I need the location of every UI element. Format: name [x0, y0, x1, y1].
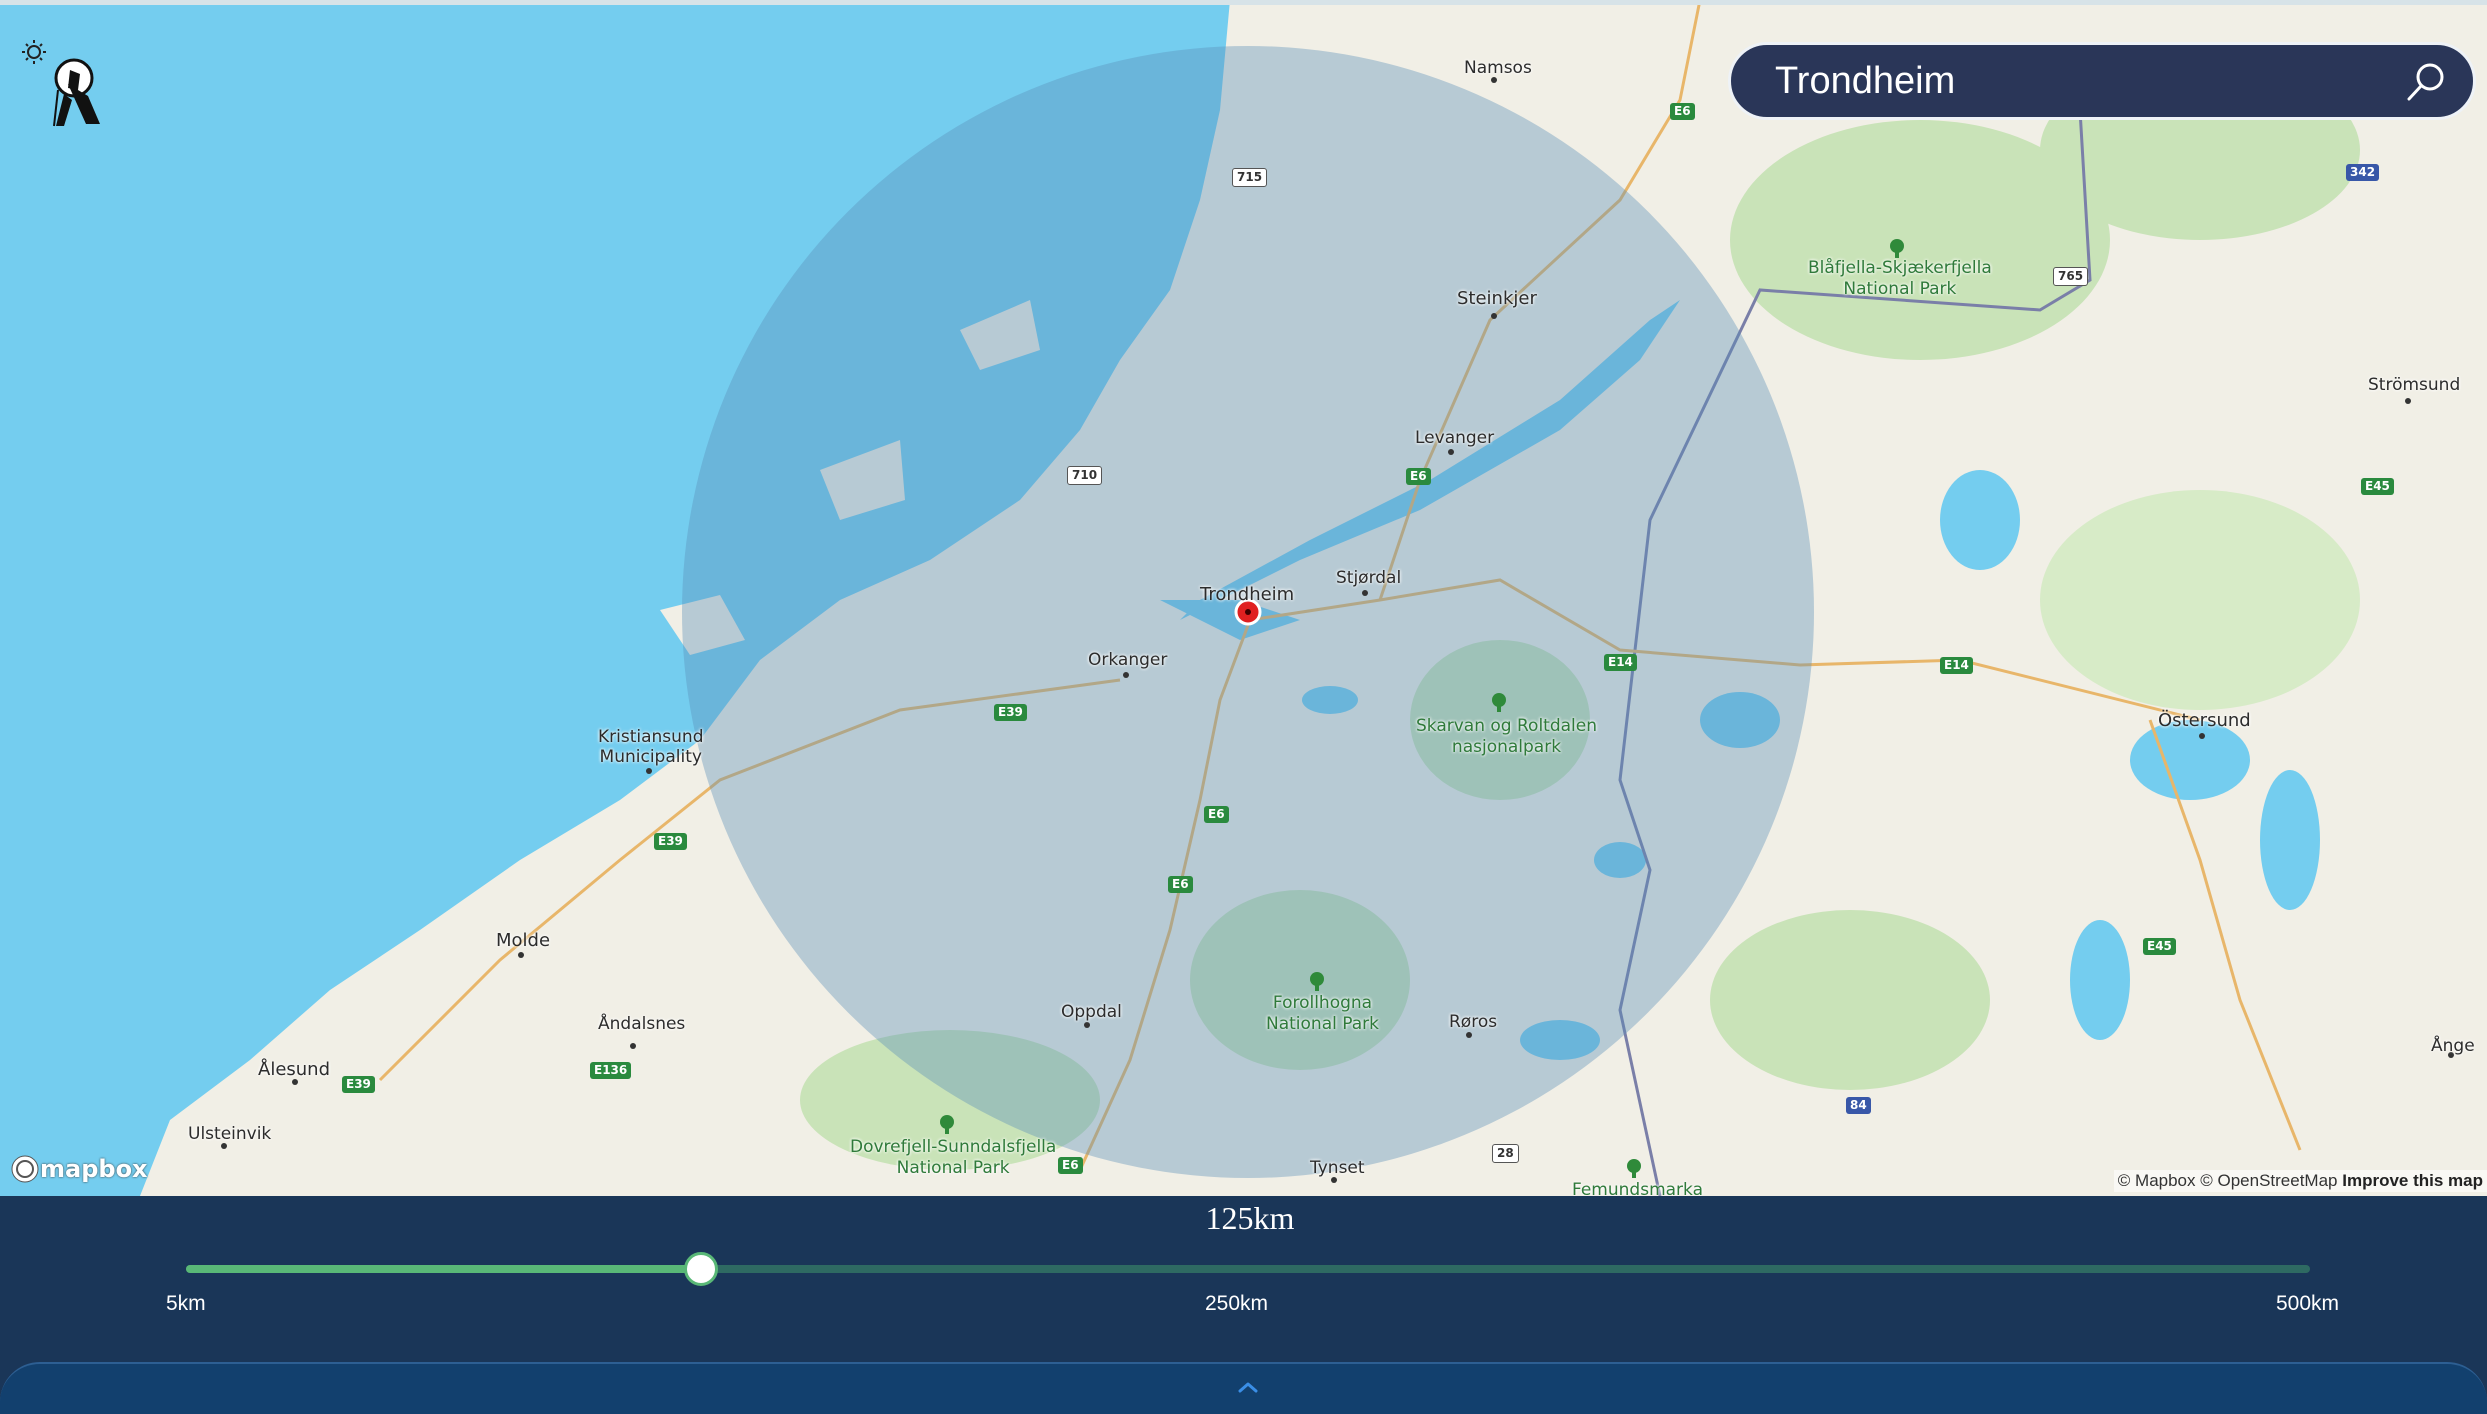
road-shield: E14	[1604, 654, 1637, 671]
place-label: Ålesund	[258, 1059, 331, 1080]
place-label: Orkanger	[1088, 650, 1168, 670]
slider-min-label: 5km	[166, 1292, 206, 1315]
place-label: Kristiansund Municipality	[598, 727, 704, 767]
radius-slider-thumb[interactable]	[683, 1252, 718, 1286]
road-shield: E45	[2143, 938, 2176, 955]
road-shield: E136	[590, 1062, 632, 1079]
slider-max-label: 500km	[2276, 1292, 2340, 1315]
search-icon[interactable]	[2403, 59, 2449, 105]
road-shield: E6	[1058, 1157, 1083, 1174]
map[interactable]: Namsos Steinkjer Levanger Stjørdal Trond…	[0, 0, 2487, 1196]
mapbox-logo-icon	[11, 1155, 39, 1183]
road-shield: 710	[1067, 466, 1103, 485]
road-shield: E6	[1168, 876, 1193, 893]
place-label: Ulsteinvik	[188, 1124, 272, 1144]
hiker-logo-icon[interactable]	[14, 34, 114, 134]
attribution-link[interactable]: © Mapbox © OpenStreetMap	[2118, 1171, 2338, 1190]
place-label: Røros	[1449, 1012, 1498, 1032]
road-shield: E39	[342, 1076, 375, 1093]
place-label: Stjørdal	[1336, 568, 1402, 588]
place-label: Molde	[496, 930, 551, 951]
place-label-center: Trondheim	[1200, 584, 1295, 605]
place-label: Östersund	[2158, 710, 2251, 731]
place-label: Steinkjer	[1457, 288, 1537, 309]
place-label: Namsos	[1464, 58, 1532, 78]
road-shield: 765	[2053, 267, 2089, 286]
park-label: Skarvan og Roltdalen nasjonalpark	[1416, 716, 1597, 757]
mapbox-logo-text: mapbox	[40, 1155, 148, 1183]
map-attribution: © Mapbox © OpenStreetMap Improve this ma…	[2113, 1170, 2487, 1192]
place-label: Oppdal	[1061, 1002, 1122, 1022]
road-shield: 84	[1846, 1097, 1871, 1114]
place-label: Ånge	[2431, 1036, 2475, 1056]
mapbox-logo[interactable]: mapbox	[10, 1154, 148, 1184]
road-shield: E6	[1406, 468, 1431, 485]
chevron-up-icon[interactable]	[1234, 1378, 1262, 1396]
road-shield: 715	[1232, 168, 1268, 187]
park-label: Forollhogna National Park	[1266, 993, 1379, 1034]
radius-value-label: 125km	[1205, 1200, 1295, 1236]
slider-mid-label: 250km	[1205, 1292, 1269, 1315]
road-shield: E14	[1940, 657, 1973, 674]
search-bar	[1728, 42, 2476, 120]
app: Namsos Steinkjer Levanger Stjørdal Trond…	[0, 0, 2487, 1414]
park-label: Dovrefjell-Sunndalsfjella National Park	[850, 1137, 1057, 1178]
park-label: Femundsmarka	[1572, 1180, 1703, 1196]
place-label: Åndalsnes	[598, 1014, 686, 1034]
search-input[interactable]	[1773, 58, 2377, 104]
improve-map-link[interactable]: Improve this map	[2342, 1171, 2483, 1190]
road-shield: E6	[1204, 806, 1229, 823]
radius-slider-fill	[186, 1265, 701, 1273]
road-shield: E6	[1670, 103, 1695, 120]
road-shield: E45	[2361, 478, 2394, 495]
radius-slider-track[interactable]	[186, 1265, 2310, 1273]
park-label: Blåfjella-Skjækerfjella National Park	[1808, 258, 1992, 299]
road-shield: 342	[2346, 164, 2380, 181]
road-shield: E39	[654, 833, 687, 850]
top-strip	[0, 0, 2487, 5]
place-label: Tynset	[1310, 1158, 1365, 1178]
place-label: Strömsund	[2368, 375, 2461, 395]
place-label: Levanger	[1415, 428, 1495, 448]
road-shield: 28	[1492, 1144, 1519, 1163]
road-shield: E39	[994, 704, 1027, 721]
